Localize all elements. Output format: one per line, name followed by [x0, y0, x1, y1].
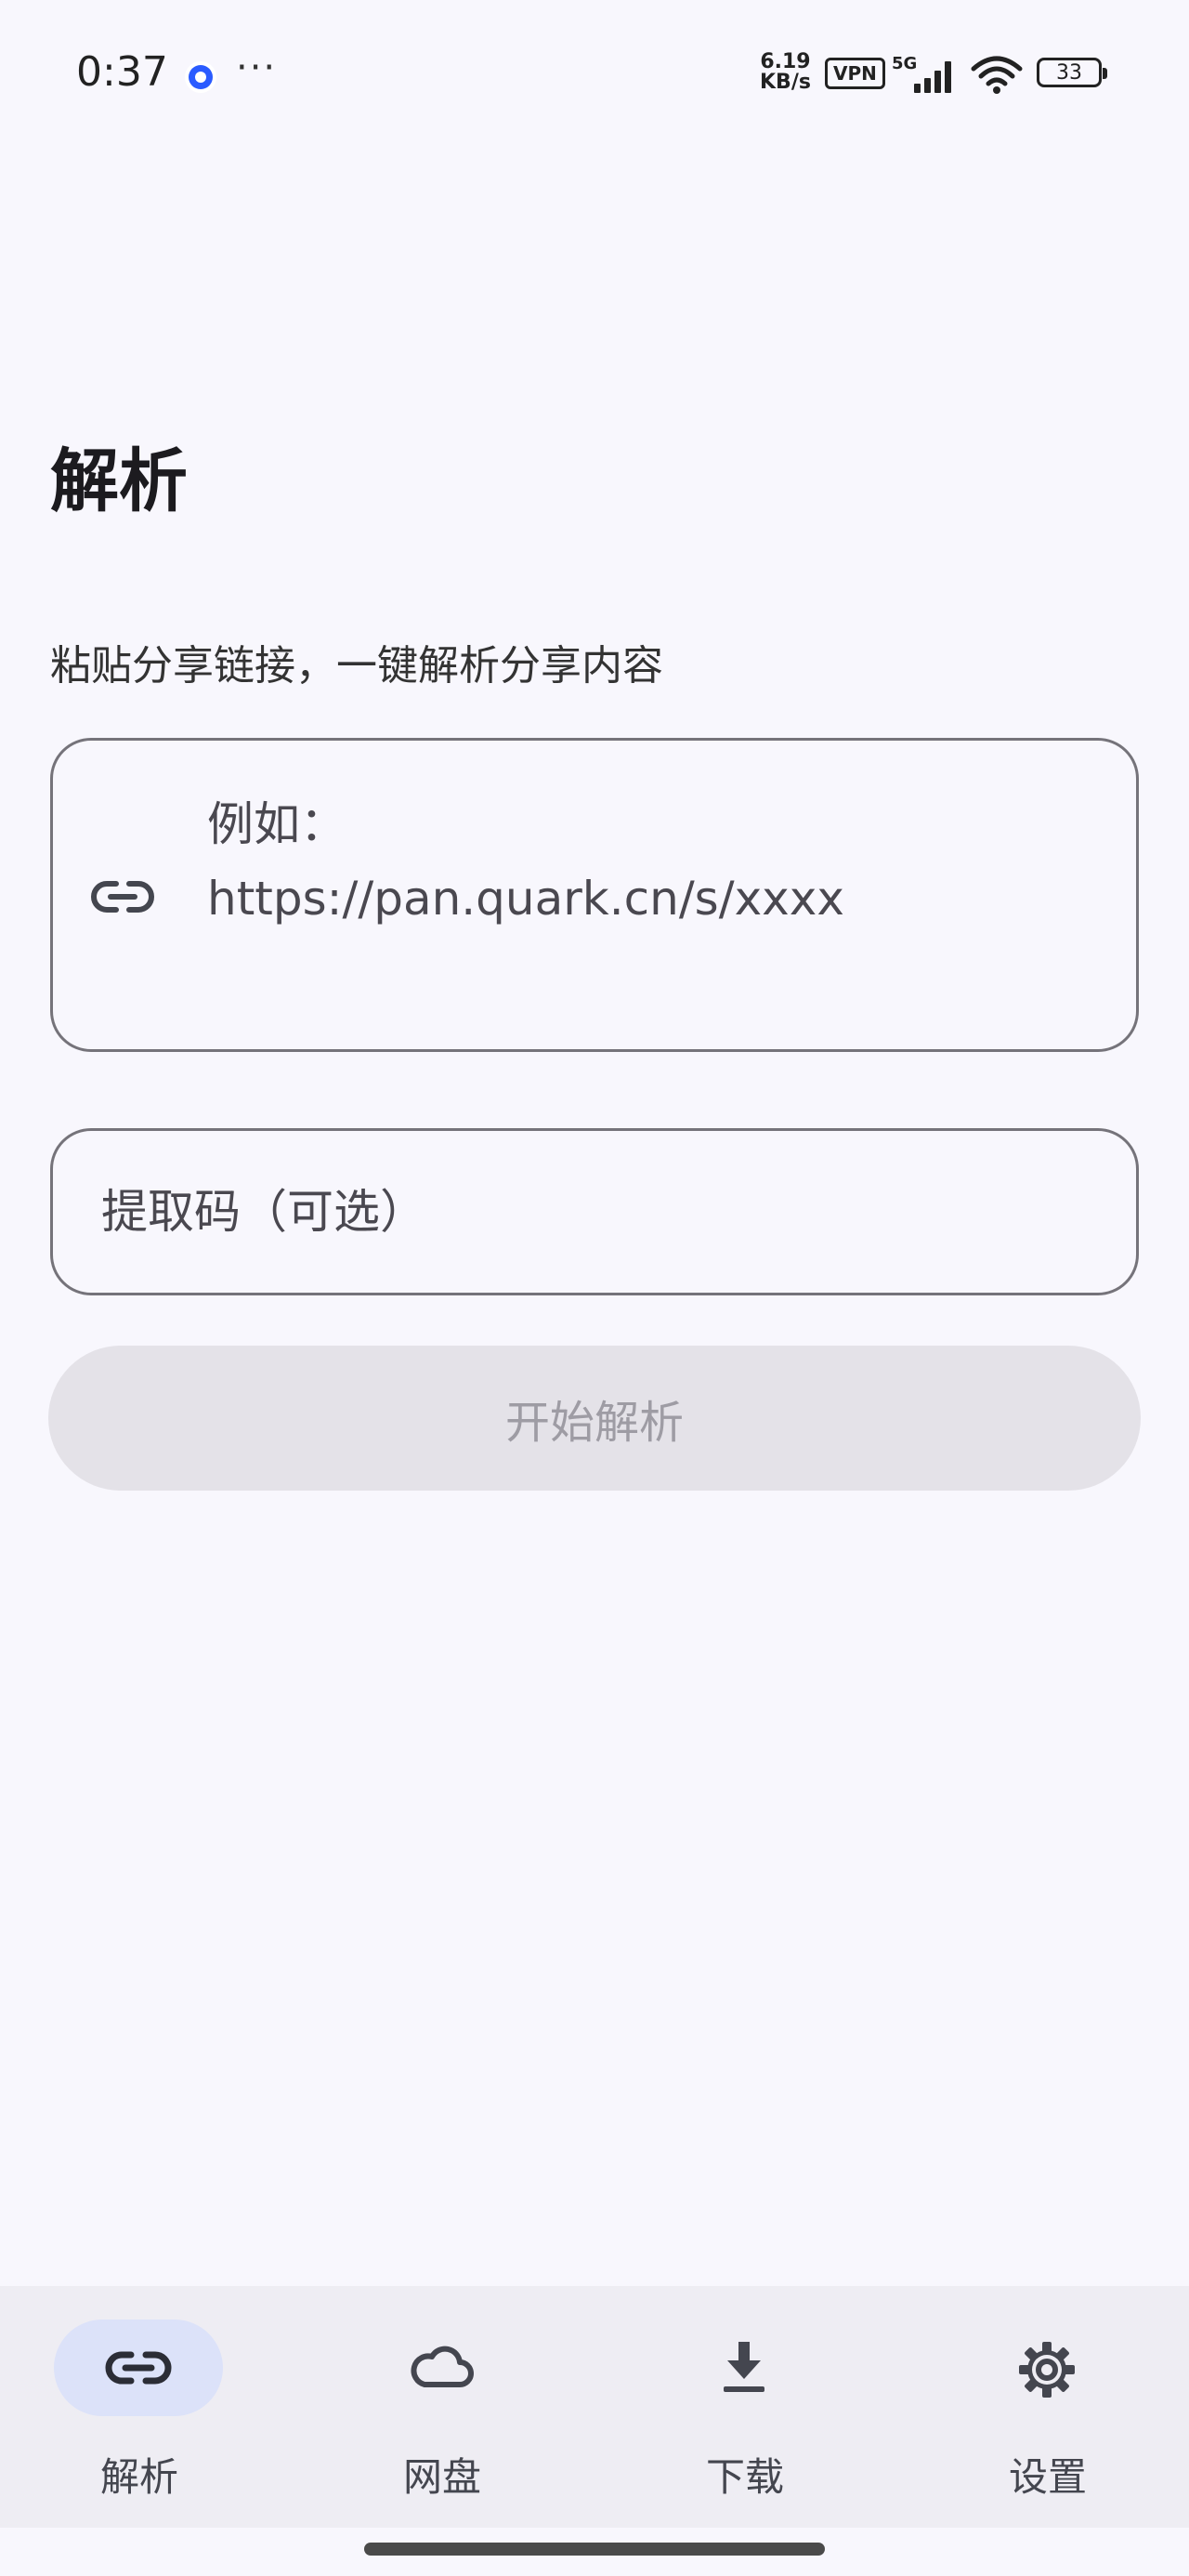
more-notifications-icon: ··· [236, 46, 278, 89]
vpn-badge: VPN [825, 58, 885, 89]
network-speed-value: 6.19 [760, 50, 811, 73]
quark-app-notification-icon [185, 61, 216, 93]
battery-level: 33 [1056, 60, 1082, 85]
nav-label-parse: 解析 [99, 2454, 178, 2500]
page-subtitle: 粘贴分享链接，一键解析分享内容 [50, 642, 663, 690]
bottom-navigation: 解析 网盘 下载 设置 [0, 2286, 1189, 2528]
status-time: 0:37 [76, 48, 168, 96]
cloud-icon [411, 2346, 474, 2387]
share-link-placeholder: 例如： https://pan.quark.cn/s/xxxx [207, 797, 844, 926]
nav-item-cloud-drive[interactable]: 网盘 [303, 2286, 600, 2528]
network-speed: 6.19 KB/s [760, 52, 811, 93]
nav-item-settings[interactable]: 设置 [908, 2286, 1189, 2528]
link-icon [91, 881, 154, 913]
extraction-code-input[interactable] [99, 1184, 1078, 1240]
nav-item-download[interactable]: 下载 [606, 2286, 903, 2528]
page-title: 解析 [50, 441, 188, 521]
network-speed-unit: KB/s [760, 71, 811, 94]
gear-icon [1019, 2342, 1075, 2398]
start-parse-button[interactable]: 开始解析 [48, 1346, 1141, 1491]
cellular-signal-icon: 5G [892, 54, 951, 93]
status-bar: 0:37 ··· 6.19 KB/s VPN 5G 33 [0, 0, 1189, 149]
nav-item-parse[interactable]: 解析 [0, 2286, 297, 2528]
nav-label-download: 下载 [705, 2454, 784, 2500]
link-icon [105, 2351, 172, 2385]
battery-icon: 33 [1037, 58, 1107, 87]
network-type: 5G [892, 54, 917, 73]
extraction-code-field[interactable] [50, 1128, 1139, 1295]
nav-label-cloud-drive: 网盘 [402, 2454, 481, 2500]
home-indicator[interactable] [364, 2543, 825, 2556]
download-icon [724, 2342, 764, 2392]
wifi-icon [971, 56, 1023, 94]
nav-label-settings: 设置 [1008, 2454, 1087, 2500]
share-link-input[interactable]: 例如： https://pan.quark.cn/s/xxxx [50, 738, 1139, 1052]
